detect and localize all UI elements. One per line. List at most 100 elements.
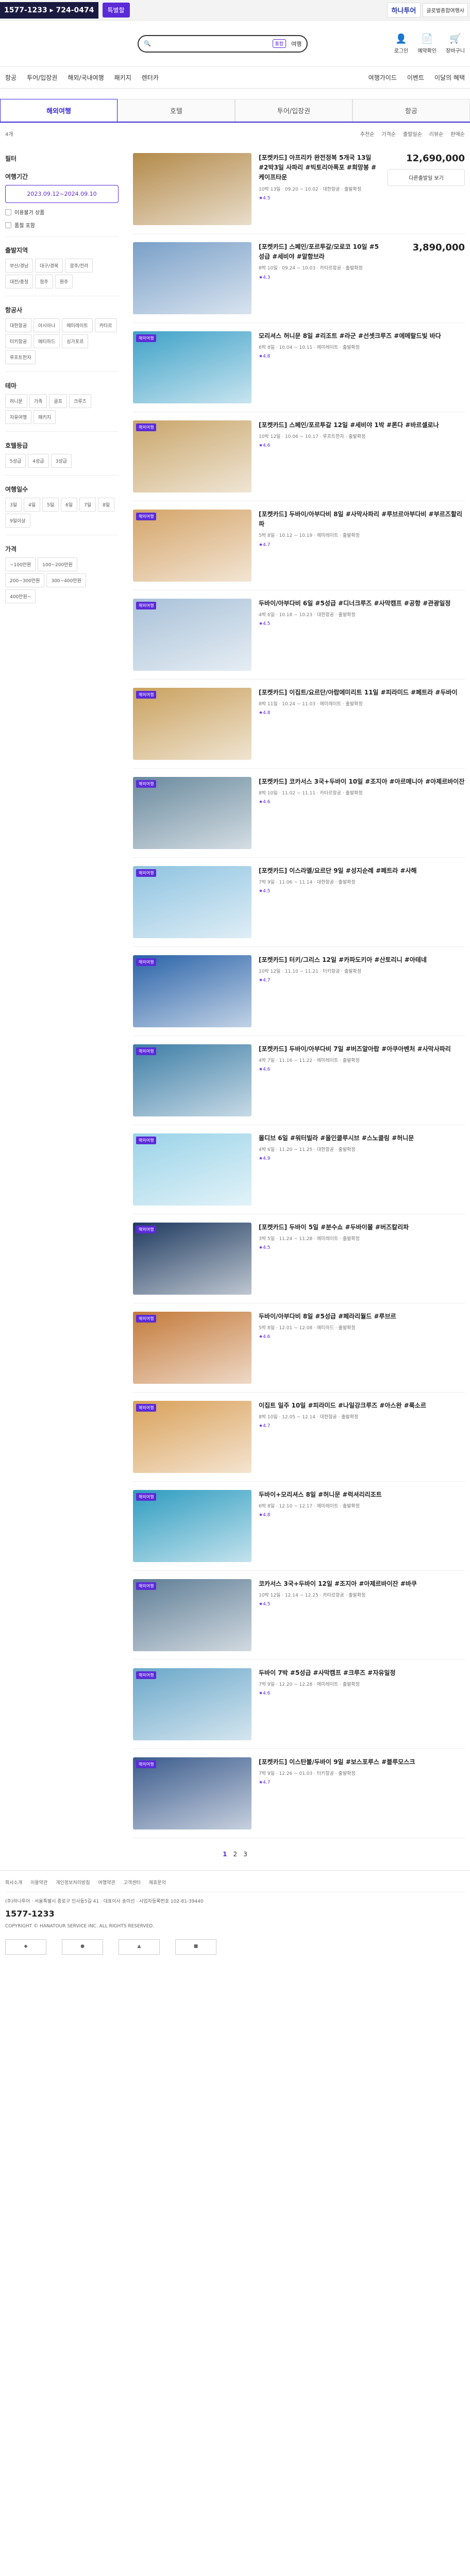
product-image[interactable]: 해외여행 bbox=[133, 1044, 251, 1116]
duration-chip[interactable]: 5일 bbox=[42, 498, 59, 512]
product-card[interactable]: 해외여행 [포켓카드] 이스탄불/두바이 9일 #보스포루스 #블루모스크 7박 9… bbox=[133, 1749, 465, 1838]
duration-chip[interactable]: 8일 bbox=[98, 498, 115, 512]
product-image[interactable]: 해외여행 bbox=[133, 777, 251, 849]
product-image[interactable]: 해외여행 bbox=[133, 1579, 251, 1651]
nav-item[interactable]: 여행가이드 bbox=[368, 73, 397, 82]
sort-option[interactable]: 리뷰순 bbox=[429, 130, 444, 138]
theme-chip[interactable]: 가족 bbox=[29, 394, 47, 408]
sort-option[interactable]: 판매순 bbox=[450, 130, 465, 138]
product-title[interactable]: [포켓카드] 두바이/아부다비 8일 #사막사파리 #루브르아부다비 #부르즈할… bbox=[259, 510, 465, 529]
tab-tour[interactable]: 투어/입장권 bbox=[235, 99, 352, 122]
tab-overseas[interactable]: 해외여행 bbox=[0, 99, 118, 122]
login-button[interactable]: 👤 로그인 bbox=[394, 33, 409, 54]
product-image[interactable]: 해외여행 bbox=[133, 688, 251, 760]
hotel-chip[interactable]: 4성급 bbox=[28, 454, 49, 468]
product-card[interactable]: 해외여행 두바이/아부다비 8일 #5성급 #페라리월드 #루브르 5박 8일 · … bbox=[133, 1303, 465, 1393]
product-image[interactable]: 해외여행 bbox=[133, 1757, 251, 1829]
product-image[interactable]: 해외여행 bbox=[133, 1312, 251, 1384]
footer-link[interactable]: 개인정보처리방침 bbox=[56, 1879, 90, 1888]
region-chip[interactable]: 청주 bbox=[35, 275, 53, 289]
search-mode-badge[interactable]: 통합 bbox=[272, 39, 287, 48]
product-card[interactable]: 해외여행 [포켓카드] 코카서스 3국+두바이 10일 #조지아 #아르메니아 #… bbox=[133, 769, 465, 858]
product-title[interactable]: [포켓카드] 이스라엘/요르단 9일 #성지순례 #페트라 #사해 bbox=[259, 866, 465, 876]
product-title[interactable]: 모리셔스 허니문 8일 #리조트 #라군 #선셋크루즈 #에메랄드빛 바다 bbox=[259, 331, 465, 341]
product-image[interactable]: 해외여행 bbox=[133, 1223, 251, 1295]
checkbox[interactable] bbox=[5, 209, 11, 215]
nav-item[interactable]: 투어/입장권 bbox=[27, 73, 57, 82]
airline-chip[interactable]: 터키항공 bbox=[5, 334, 32, 348]
price-chip[interactable]: ~100만원 bbox=[5, 557, 36, 571]
region-chip[interactable]: 대전/충청 bbox=[5, 275, 33, 289]
theme-chip[interactable]: 패키지 bbox=[33, 410, 56, 424]
product-image[interactable]: 해외여행 bbox=[133, 1401, 251, 1473]
duration-chip[interactable]: 3일 bbox=[5, 498, 22, 512]
product-title[interactable]: [포켓카드] 이스탄불/두바이 9일 #보스포루스 #블루모스크 bbox=[259, 1757, 465, 1767]
sort-option[interactable]: 출발일순 bbox=[403, 130, 422, 138]
product-title[interactable]: 코카서스 3국+두바이 12일 #조지아 #아제르바이잔 #바쿠 bbox=[259, 1579, 465, 1589]
nav-item[interactable]: 렌터카 bbox=[142, 73, 159, 82]
product-card[interactable]: 해외여행 두바이/아부다비 6일 #5성급 #디너크루즈 #사막캠프 #공항 #관… bbox=[133, 590, 465, 680]
product-card[interactable]: 해외여행 [포켓카드] 터키/그리스 12일 #카파도키아 #산토리니 #아테네 1… bbox=[133, 947, 465, 1036]
product-image[interactable]: 해외여행 bbox=[133, 866, 251, 938]
product-image[interactable]: 해외여행 bbox=[133, 599, 251, 671]
price-chip[interactable]: 400만원~ bbox=[5, 589, 36, 603]
product-card[interactable]: 해외여행 두바이+모리셔스 8일 #허니문 #럭셔리리조트 6박 8일 · 12.1… bbox=[133, 1482, 465, 1571]
product-card[interactable]: 해외여행 [포켓카드] 이스라엘/요르단 9일 #성지순례 #페트라 #사해 7박 … bbox=[133, 858, 465, 947]
product-title[interactable]: 두바이/아부다비 6일 #5성급 #디너크루즈 #사막캠프 #공항 #관광일정 bbox=[259, 599, 465, 608]
hotel-chip[interactable]: 3성급 bbox=[51, 454, 72, 468]
theme-chip[interactable]: 자유여행 bbox=[5, 410, 32, 424]
product-title[interactable]: [포켓카드] 터키/그리스 12일 #카파도키아 #산토리니 #아테네 bbox=[259, 955, 465, 965]
theme-chip[interactable]: 골프 bbox=[49, 394, 67, 408]
product-card[interactable]: 해외여행 [포켓카드] 스페인/포르투갈 12일 #세비야 1박 #론다 #바르셀… bbox=[133, 412, 465, 501]
airline-chip[interactable]: 카타르 bbox=[94, 318, 117, 332]
tab-flight[interactable]: 항공 bbox=[352, 99, 470, 122]
region-chip[interactable]: 광주/전라 bbox=[65, 259, 93, 273]
footer-link[interactable]: 제휴문의 bbox=[149, 1879, 166, 1888]
special-deal-button[interactable]: 특별할 bbox=[102, 3, 130, 18]
footer-link[interactable]: 회사소개 bbox=[5, 1879, 22, 1888]
product-image[interactable]: 해외여행 bbox=[133, 1133, 251, 1206]
product-image[interactable]: 해외여행 bbox=[133, 510, 251, 582]
product-title[interactable]: [포켓카드] 두바이/아부다비 7일 #버즈알아랍 #아쿠아벤처 #사막사파리 bbox=[259, 1044, 465, 1054]
duration-chip[interactable]: 4일 bbox=[24, 498, 41, 512]
product-image[interactable]: 해외여행 bbox=[133, 1668, 251, 1740]
product-image[interactable] bbox=[133, 242, 251, 314]
product-title[interactable]: 이집트 일주 10일 #피라미드 #나일강크루즈 #아스완 #룩소르 bbox=[259, 1401, 465, 1411]
duration-chip[interactable]: 6일 bbox=[61, 498, 78, 512]
footer-link[interactable]: 여행약관 bbox=[98, 1879, 115, 1888]
sort-option[interactable]: 추천순 bbox=[360, 130, 375, 138]
nav-item[interactable]: 해외/국내여행 bbox=[68, 73, 104, 82]
airline-chip[interactable]: 에티하드 bbox=[33, 334, 60, 348]
product-card[interactable]: [포켓카드] 아프리카 완전정복 5개국 13일 #2박3일 사파리 #빅토리아… bbox=[133, 145, 465, 234]
page-link[interactable]: 2 bbox=[233, 1851, 238, 1858]
product-card[interactable]: 해외여행 코카서스 3국+두바이 12일 #조지아 #아제르바이잔 #바쿠 10박 … bbox=[133, 1571, 465, 1660]
duration-chip[interactable]: 9일이상 bbox=[5, 514, 30, 528]
airline-chip[interactable]: 루프트한자 bbox=[5, 350, 36, 364]
search-input[interactable] bbox=[156, 40, 267, 47]
airline-chip[interactable]: 대한항공 bbox=[5, 318, 32, 332]
soldout-checkbox-row[interactable]: 품절 포함 bbox=[5, 221, 119, 229]
product-title[interactable]: 두바이/아부다비 8일 #5성급 #페라리월드 #루브르 bbox=[259, 1312, 465, 1321]
region-chip[interactable]: 부산/경남 bbox=[5, 259, 33, 273]
product-image[interactable]: 해외여행 bbox=[133, 955, 251, 1027]
nav-item[interactable]: 이벤트 bbox=[407, 73, 424, 82]
product-card[interactable]: [포켓카드] 스페인/포르투갈/모로코 10일 #5성급 #세비야 #알함브라 8… bbox=[133, 234, 465, 323]
nav-item[interactable]: 항공 bbox=[5, 73, 16, 82]
product-title[interactable]: 두바이 7박 #5성급 #사막캠프 #크루즈 #자유일정 bbox=[259, 1668, 465, 1678]
product-title[interactable]: [포켓카드] 아프리카 완전정복 5개국 13일 #2박3일 사파리 #빅토리아… bbox=[259, 153, 380, 183]
hotel-chip[interactable]: 5성급 bbox=[5, 454, 26, 468]
theme-chip[interactable]: 허니문 bbox=[5, 394, 27, 408]
product-title[interactable]: 두바이+모리셔스 8일 #허니문 #럭셔리리조트 bbox=[259, 1490, 465, 1500]
product-title[interactable]: [포켓카드] 코카서스 3국+두바이 10일 #조지아 #아르메니아 #아제르바… bbox=[259, 777, 465, 787]
footer-link[interactable]: 이용약관 bbox=[30, 1879, 47, 1888]
product-image[interactable]: 해외여행 bbox=[133, 420, 251, 493]
cart-button[interactable]: 🛒 장바구니 bbox=[446, 33, 465, 54]
search-box[interactable]: 🔍 통합 여행 bbox=[138, 35, 308, 53]
nav-item[interactable]: 패키지 bbox=[114, 73, 131, 82]
page-link[interactable]: 3 bbox=[243, 1851, 247, 1858]
exclude-checkbox-row[interactable]: 이용불가 상품 bbox=[5, 208, 119, 216]
duration-chip[interactable]: 7일 bbox=[79, 498, 96, 512]
checkbox[interactable] bbox=[5, 222, 11, 228]
product-image[interactable]: 해외여행 bbox=[133, 331, 251, 403]
date-range-picker[interactable]: 2023.09.12~2024.09.10 bbox=[5, 185, 119, 203]
